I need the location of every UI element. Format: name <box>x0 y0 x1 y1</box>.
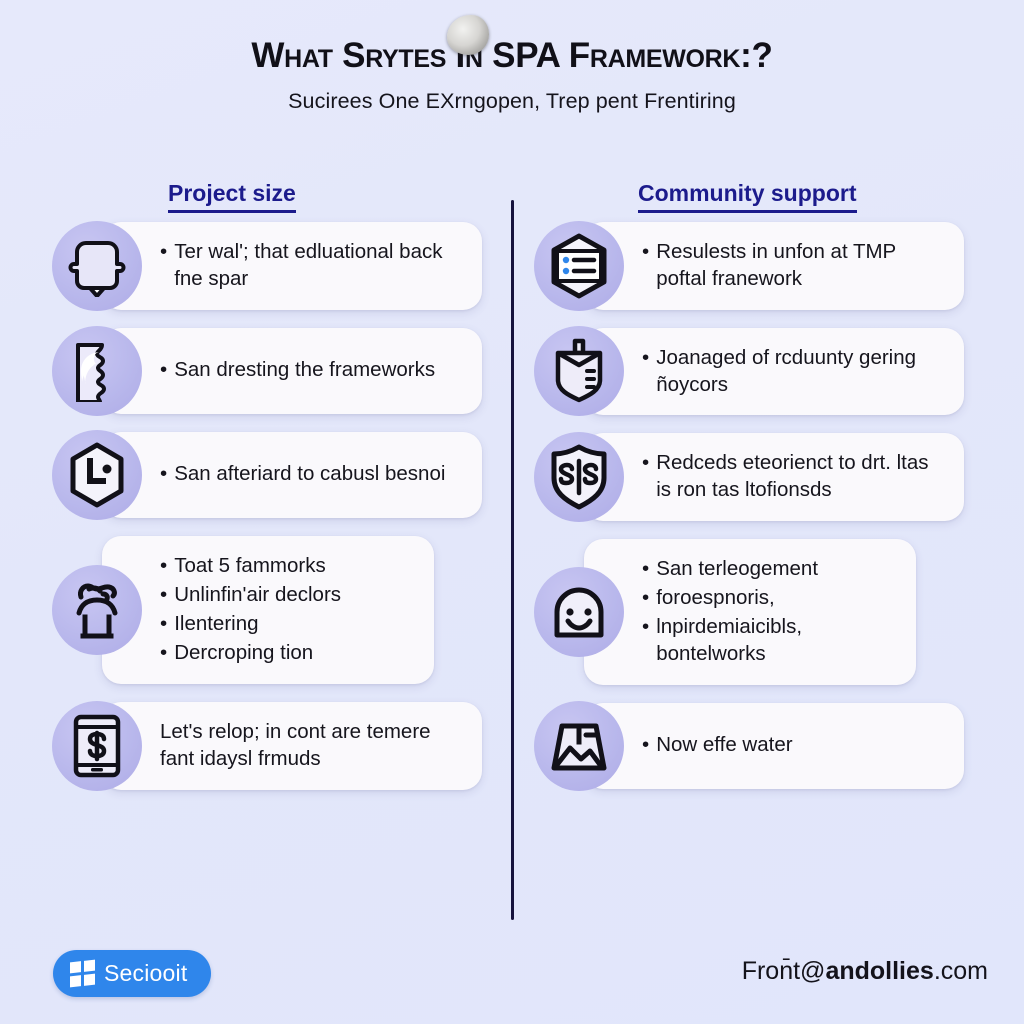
bullet-dot: • <box>642 240 650 263</box>
card: • San dresting the frameworks <box>102 327 482 414</box>
bullet-dot: • <box>642 556 650 580</box>
bullet-text: foroespnoris, <box>656 585 775 609</box>
email-tld: .com <box>933 957 988 985</box>
bullet-dot: • <box>160 240 168 263</box>
bullet-item: • Ter wal'; that edluational back fne sp… <box>160 238 464 293</box>
bullet-text: Unlinfin'air declors <box>174 582 342 606</box>
list-item[interactable]: Let's relop; in cont are temere fant ida… <box>52 700 482 791</box>
brand-button[interactable]: Seciooit <box>53 950 212 997</box>
card: • San terleogement • foroespnoris, • lnp… <box>584 538 916 685</box>
infographic-page: What Srytes in SPA Framework:? Sucirees … <box>0 0 1024 1024</box>
bullet-item: • Now effe water <box>642 731 946 758</box>
email-prefix: Fron̄t@ <box>741 957 826 985</box>
abstract-figure-icon <box>52 564 142 655</box>
card: • Redceds eteorienct to drt. ltas is ron… <box>584 433 964 521</box>
header: What Srytes in SPA Framework:? Sucirees … <box>0 36 1024 114</box>
bullet-dot: • <box>642 585 650 609</box>
bullet-dot: • <box>160 641 168 665</box>
image-placeholder-icon <box>534 700 624 791</box>
list-item[interactable]: • Ter wal'; that edluational back fne sp… <box>52 220 482 311</box>
card: • Resulests in unfon at TMP poftal frane… <box>584 222 964 310</box>
bullet-item: • Resulests in unfon at TMP poftal frane… <box>642 238 946 293</box>
page-title: What Srytes in SPA Framework:? <box>251 36 773 75</box>
column-heading-community-support: Community support <box>638 180 857 213</box>
card: • Joanaged of rcduunty gering ñoycors <box>584 327 964 415</box>
column-right: • Resulests in unfon at TMP poftal frane… <box>534 220 964 807</box>
list-item[interactable]: • Joanaged of rcduunty gering ñoycors <box>534 326 964 417</box>
bullet-text: San terleogement <box>656 556 819 580</box>
bullet-text: Now effe water <box>656 733 793 757</box>
bullet-dot: • <box>160 612 168 635</box>
bullet-text: San dresting the frameworks <box>174 358 436 382</box>
list-item[interactable]: • Toat 5 fammorks • Unlinfin'air declors… <box>52 535 482 684</box>
bullet-item: • Ilentering <box>160 610 416 637</box>
shield-ss-icon <box>534 431 624 522</box>
bullet-item: • foroespnoris, <box>642 584 898 611</box>
bullet-dot: • <box>642 451 650 474</box>
column-left: • Ter wal'; that edluational back fne sp… <box>52 220 482 808</box>
bullet-item: • San dresting the frameworks <box>160 356 464 383</box>
bullet-item: • Dercroping tion <box>160 639 416 666</box>
bullet-item: • Joanaged of rcduunty gering ñoycors <box>642 344 946 399</box>
bullet-item: • San terleogement <box>642 555 898 582</box>
bullet-dot: • <box>642 615 650 638</box>
shield-badge-icon <box>534 326 624 417</box>
card: Let's relop; in cont are temere fant ida… <box>102 701 482 790</box>
bullet-text: Redceds eteorienct to drt. ltas is ron t… <box>656 451 929 502</box>
bullet-text: Dercroping tion <box>174 641 314 665</box>
email-domain: andollies <box>825 957 934 985</box>
bullet-dot: • <box>160 358 168 382</box>
bullet-item: • Redceds eteorienct to drt. ltas is ron… <box>642 449 946 504</box>
list-item[interactable]: • Redceds eteorienct to drt. ltas is ron… <box>534 431 964 522</box>
bullet-dot: • <box>160 553 168 577</box>
windows-logo-icon <box>70 959 95 988</box>
bullet-text: lnpirdemiaicibls, bontelworks <box>656 615 803 666</box>
list-item[interactable]: • Now effe water <box>534 700 964 791</box>
footer-email[interactable]: Fron̄t@andollies.com <box>742 957 988 986</box>
bullet-item: • Toat 5 fammorks <box>160 552 416 579</box>
bullet-text: Toat 5 fammorks <box>174 553 326 577</box>
bullet-item: • Unlinfin'air declors <box>160 581 416 608</box>
bullet-dot: • <box>160 462 168 486</box>
page-subtitle: Sucirees One EXrngopen, Trep pent Frenti… <box>288 89 736 114</box>
bullet-text: San afteriard to cabusl besnoi <box>174 462 446 486</box>
smiley-face-icon <box>534 566 624 657</box>
bullet-dot: • <box>160 582 168 606</box>
bullet-text: Joanaged of rcduunty gering ñoycors <box>656 345 917 396</box>
bullet-item: • lnpirdemiaicibls, bontelworks <box>642 613 898 668</box>
bullet-item: • San afteriard to cabusl besnoi <box>160 460 464 487</box>
list-item[interactable]: • Resulests in unfon at TMP poftal frane… <box>534 220 964 311</box>
card: • San afteriard to cabusl besnoi <box>102 431 482 518</box>
bullet-text: Ilentering <box>174 612 259 635</box>
bullet-dot: • <box>642 733 650 757</box>
hexagon-list-icon <box>534 220 624 311</box>
hexagon-location-icon <box>52 429 142 520</box>
list-item[interactable]: • San terleogement • foroespnoris, • lnp… <box>534 538 964 685</box>
bullet-text: Ter wal'; that edluational back fne spar <box>174 240 443 291</box>
list-item[interactable]: • San dresting the frameworks <box>52 325 482 416</box>
bullet-text: Resulests in unfon at TMP poftal franewo… <box>656 240 896 291</box>
phone-dollar-icon <box>52 700 142 791</box>
card-text: Let's relop; in cont are temere fant ida… <box>160 719 431 771</box>
list-item[interactable]: • San afteriard to cabusl besnoi <box>52 429 482 520</box>
brand-label: Seciooit <box>104 960 188 986</box>
bullet-dot: • <box>642 345 650 369</box>
card: • Toat 5 fammorks • Unlinfin'air declors… <box>102 535 434 684</box>
column-divider <box>511 200 514 920</box>
card: • Now effe water <box>584 702 964 789</box>
card: • Ter wal'; that edluational back fne sp… <box>102 222 482 310</box>
person-head-icon <box>52 220 142 311</box>
column-heading-project-size: Project size <box>168 180 296 213</box>
face-profile-icon <box>52 325 142 416</box>
